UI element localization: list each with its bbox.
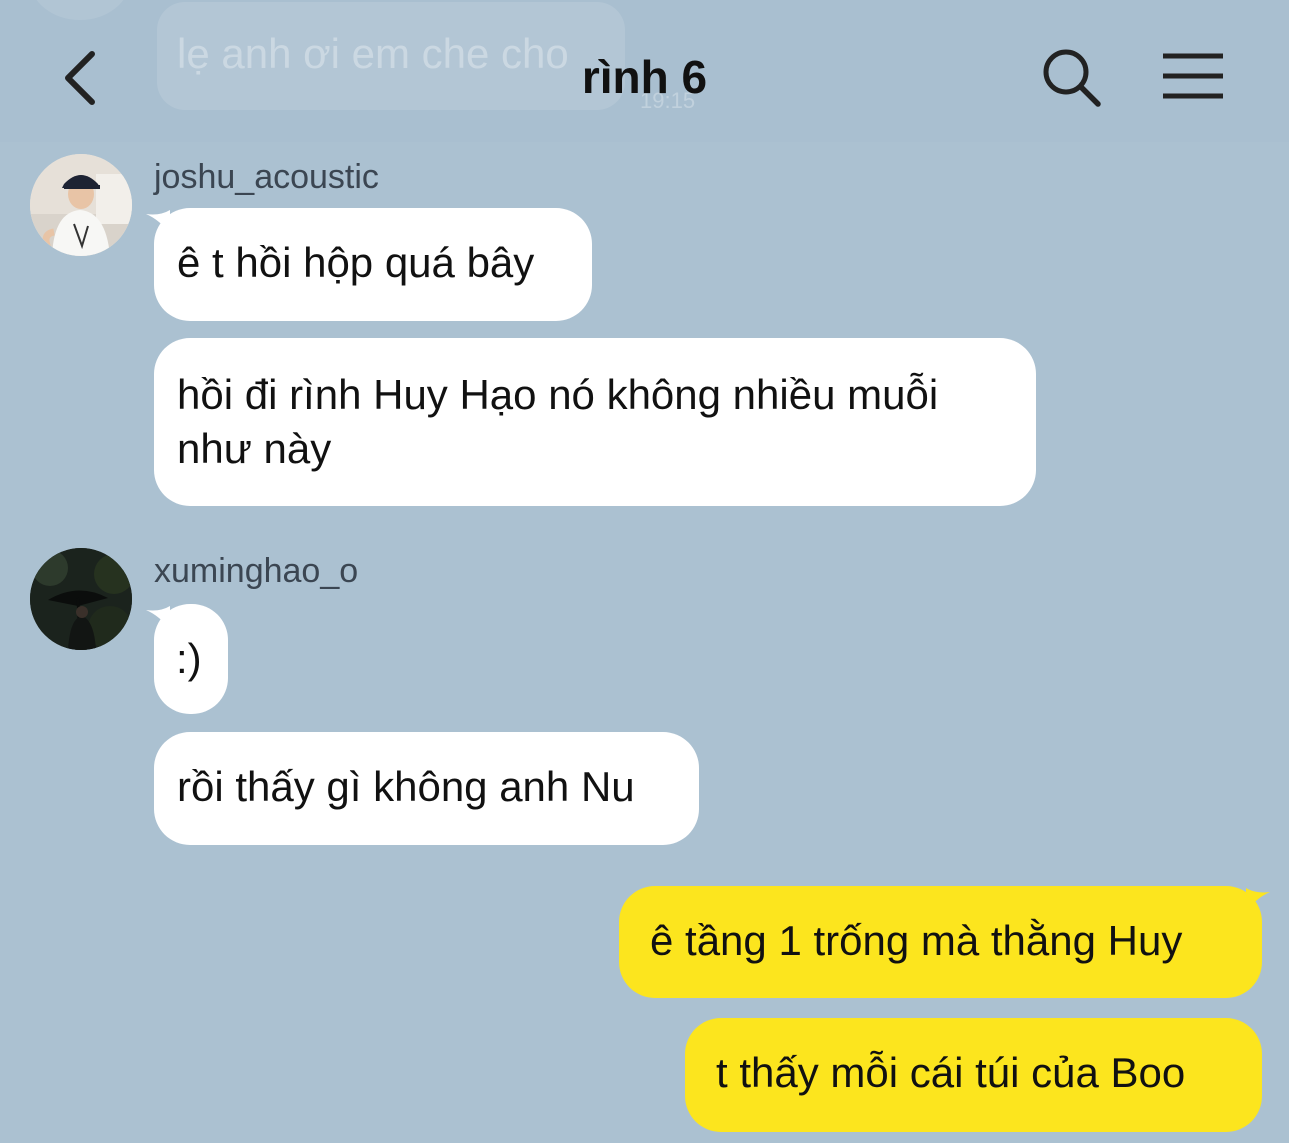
message-text: :): [176, 635, 202, 682]
avatar[interactable]: [30, 548, 132, 650]
message-text: rồi thấy gì không anh Nu: [177, 763, 635, 810]
avatar[interactable]: [30, 154, 132, 256]
message-text: t thấy mỗi cái túi của Boo: [716, 1049, 1186, 1096]
sender-name: xuminghao_o: [154, 552, 359, 590]
message-bubble[interactable]: hồi đi rình Huy Hạo nó không nhiều muỗi …: [154, 338, 1036, 506]
message-text: ê t hồi hộp quá bây: [177, 239, 535, 286]
message-bubble[interactable]: ê t hồi hộp quá bây: [154, 208, 592, 321]
hamburger-menu-icon[interactable]: [1160, 52, 1226, 102]
background-avatar: [30, 0, 130, 20]
chat-header: lẹ anh ơi em che cho 19:15 rình 6: [0, 0, 1289, 142]
sender-name: joshu_acoustic: [154, 158, 379, 196]
message-bubble-outgoing[interactable]: ê tầng 1 trống mà thằng Huy: [619, 886, 1262, 998]
message-bubble[interactable]: :): [154, 604, 228, 714]
search-icon[interactable]: [1040, 46, 1104, 110]
message-bubble[interactable]: rồi thấy gì không anh Nu: [154, 732, 699, 845]
message-bubble-outgoing[interactable]: t thấy mỗi cái túi của Boo: [685, 1018, 1262, 1132]
message-text: hồi đi rình Huy Hạo nó không nhiều muỗi …: [177, 371, 939, 472]
message-text: ê tầng 1 trống mà thằng Huy: [650, 917, 1183, 964]
